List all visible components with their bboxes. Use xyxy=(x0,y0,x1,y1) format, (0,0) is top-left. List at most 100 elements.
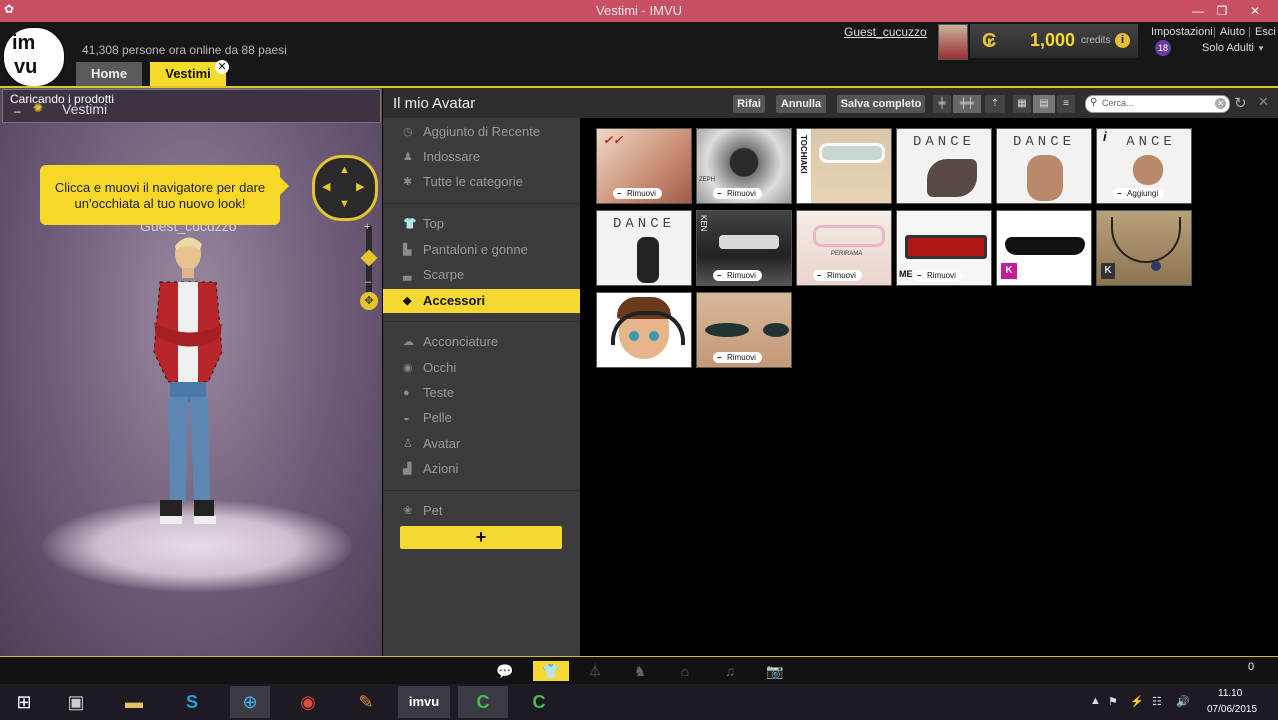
navigator-tooltip: Clicca e muovi il navigatore per dare un… xyxy=(40,165,280,225)
skype-icon[interactable]: S xyxy=(172,686,212,718)
username-link[interactable]: Guest_cucuzzo xyxy=(844,25,927,39)
product-brand: K xyxy=(1101,263,1115,279)
camera-icon[interactable]: 📷 xyxy=(760,661,790,681)
arrow-up-icon[interactable]: ▲ xyxy=(339,164,350,176)
category-skin[interactable]: ◒ Pelle xyxy=(383,406,580,430)
logout-link[interactable]: Esci xyxy=(1255,26,1278,38)
remove-button[interactable]: Rimuovi xyxy=(713,270,762,281)
help-link[interactable]: Aiuto xyxy=(1220,26,1245,38)
product-tile[interactable]: ✓✓ Rimuovi xyxy=(596,128,692,204)
volume-icon[interactable]: 🔊 xyxy=(1176,695,1190,708)
restore-icon[interactable]: ❐ xyxy=(1212,2,1232,20)
chat-icon[interactable]: 💬 xyxy=(490,661,520,681)
product-tile[interactable]: DANCE xyxy=(896,128,992,204)
category-top[interactable]: 👕 Top xyxy=(383,212,580,236)
camtasia-recorder-icon[interactable]: C xyxy=(514,686,564,718)
remove-button[interactable]: Rimuovi xyxy=(913,270,962,281)
hanger-icon[interactable]: ⏃ xyxy=(580,661,610,681)
product-tile[interactable]: Rimuovi xyxy=(696,292,792,368)
category-pet[interactable]: ❀ Pet xyxy=(383,499,580,523)
chrome-icon[interactable]: ◉ xyxy=(288,686,328,718)
refresh-icon[interactable]: ↻ xyxy=(1234,94,1247,112)
pendant-shape xyxy=(1151,261,1161,271)
camtasia-icon[interactable]: C xyxy=(458,686,508,718)
view-upload-icon[interactable]: ⇡ xyxy=(985,95,1005,113)
imvu-logo[interactable]: im vu xyxy=(2,26,66,88)
grid-large-icon[interactable]: ▦ xyxy=(1013,95,1031,113)
arrow-down-icon[interactable]: ▼ xyxy=(339,198,350,210)
product-tile[interactable]: K xyxy=(996,210,1092,286)
close-icon[interactable]: ✕ xyxy=(1245,2,1265,20)
category-accessories[interactable]: ◆ Accessori xyxy=(383,289,580,313)
start-icon[interactable]: ⊞ xyxy=(4,686,44,718)
product-tile[interactable]: TOCHIAKI xyxy=(796,128,892,204)
remove-button[interactable]: Rimuovi xyxy=(813,270,862,281)
camera-navigator[interactable]: ▲ ▼ ◀ ▶ xyxy=(312,155,378,221)
tray-expand-icon[interactable]: ▲ xyxy=(1090,695,1101,707)
redo-button[interactable]: Rifai xyxy=(733,95,765,113)
zoom-in-icon[interactable]: + xyxy=(364,221,370,233)
reset-camera-icon[interactable]: ✥ xyxy=(360,292,378,310)
view-single-icon[interactable]: ╪ xyxy=(933,95,951,113)
product-tile[interactable]: ME Rimuovi xyxy=(896,210,992,286)
power-icon[interactable]: ⚡ xyxy=(1130,695,1144,708)
category-avatar[interactable]: ♙ Avatar xyxy=(383,432,580,456)
clock-date[interactable]: 07/06/2015 xyxy=(1207,704,1257,715)
tab-home[interactable]: Home xyxy=(76,62,142,86)
avatar-figure[interactable] xyxy=(140,232,235,542)
flag-icon[interactable]: ⚑ xyxy=(1108,695,1118,708)
zoom-out-icon[interactable]: – xyxy=(365,276,371,288)
category-actions[interactable]: ▟ Azioni xyxy=(383,457,580,481)
clear-search-icon[interactable]: ✕ xyxy=(1215,98,1226,109)
list-view-icon[interactable]: ≡ xyxy=(1057,95,1075,113)
grid-small-icon[interactable]: ▤ xyxy=(1033,95,1055,113)
adult-filter-select[interactable]: Solo Adulti ▼ xyxy=(1202,42,1265,54)
arrow-left-icon[interactable]: ◀ xyxy=(322,180,330,193)
product-tile[interactable] xyxy=(596,292,692,368)
product-tile[interactable]: DANCE xyxy=(996,128,1092,204)
folder-icon[interactable]: ▬ xyxy=(114,686,154,718)
user-avatar[interactable] xyxy=(938,24,968,60)
product-tile[interactable]: i ANCE Aggiungi xyxy=(1096,128,1192,204)
category-shoes[interactable]: ▃ Scarpe xyxy=(383,263,580,287)
product-tile[interactable]: PERIRAMA Rimuovi xyxy=(796,210,892,286)
product-tile[interactable]: K xyxy=(1096,210,1192,286)
add-button[interactable]: Aggiungi xyxy=(1113,188,1165,199)
minimize-icon[interactable]: — xyxy=(1188,2,1208,20)
category-hair[interactable]: ☁ Acconciature xyxy=(383,330,580,354)
info-icon[interactable]: i xyxy=(1103,129,1107,144)
category-wearing[interactable]: ♟ Indossare xyxy=(383,145,580,169)
wardrobe-icon[interactable]: 👕 xyxy=(533,661,569,681)
room-icon[interactable]: ⌂ xyxy=(670,661,700,681)
app-tray-icon[interactable]: ▣ xyxy=(56,686,96,718)
tab-close-icon[interactable]: ✕ xyxy=(215,60,229,74)
settings-link[interactable]: Impostazioni xyxy=(1151,26,1213,38)
product-tile[interactable]: DANCE xyxy=(596,210,692,286)
view-multi-icon[interactable]: ╪╪ xyxy=(953,95,981,113)
category-recent[interactable]: ◷ Aggiunto di Recente xyxy=(383,120,580,144)
product-tile[interactable]: ZEPH Rimuovi xyxy=(696,128,792,204)
category-heads[interactable]: ● Teste xyxy=(383,381,580,405)
category-eyes[interactable]: ◉ Occhi xyxy=(383,356,580,380)
app-icon[interactable]: ✎ xyxy=(346,686,386,718)
remove-button[interactable]: Rimuovi xyxy=(713,352,762,363)
remove-button[interactable]: Rimuovi xyxy=(713,188,762,199)
search-input[interactable]: ⚲ Cerca... ✕ xyxy=(1085,95,1230,113)
imvu-taskbar-icon[interactable]: imvu xyxy=(398,686,450,718)
category-pants[interactable]: ▙ Pantaloni e gonne xyxy=(383,238,580,262)
close-panel-icon[interactable]: ✕ xyxy=(1258,94,1269,110)
add-category-button[interactable]: + xyxy=(400,526,562,549)
info-icon[interactable]: i xyxy=(1115,33,1130,48)
category-all[interactable]: ✱ Tutte le categorie xyxy=(383,170,580,194)
save-outfit-button[interactable]: Salva completo xyxy=(837,95,925,113)
undo-button[interactable]: Annulla xyxy=(776,95,826,113)
collapse-icon[interactable]: – xyxy=(14,104,21,118)
product-tile[interactable]: KEN Rimuovi xyxy=(696,210,792,286)
clock-time[interactable]: 11.10 xyxy=(1218,688,1242,699)
remove-button[interactable]: Rimuovi xyxy=(613,188,662,199)
pose-icon[interactable]: ♞ xyxy=(625,661,655,681)
safari-icon[interactable]: ⊕ xyxy=(230,686,270,718)
network-icon[interactable]: ☷ xyxy=(1152,695,1162,708)
arrow-right-icon[interactable]: ▶ xyxy=(356,180,364,193)
music-icon[interactable]: ♫ xyxy=(715,661,745,681)
